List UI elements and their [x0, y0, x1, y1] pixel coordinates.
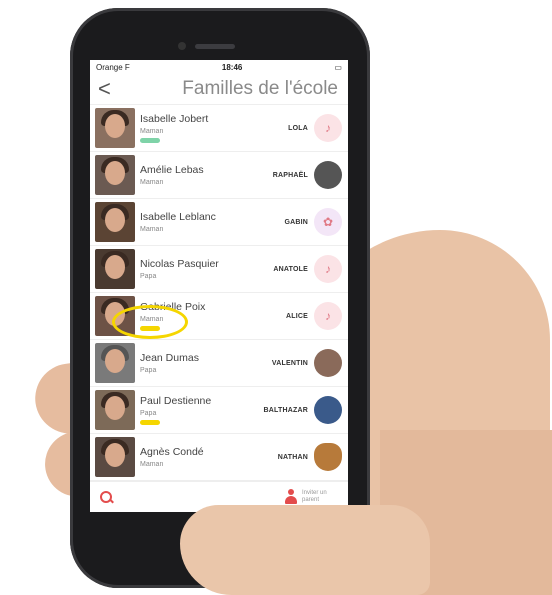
- parent-role: Papa: [140, 410, 157, 417]
- thumb: [180, 505, 430, 595]
- pacifier-icon: ♪: [314, 114, 342, 142]
- pacifier-icon: ♪: [314, 255, 342, 283]
- phone-speaker: [195, 44, 235, 49]
- parent-role: Maman: [140, 461, 164, 468]
- child-name: LOLA: [288, 124, 308, 132]
- status-badge: [140, 420, 160, 425]
- invite-parent-button[interactable]: Inviter un parent: [284, 489, 332, 505]
- child-name: BALTHAZAR: [263, 406, 308, 414]
- parent-name: Agnès Condé: [140, 446, 204, 458]
- parent-name: Nicolas Pasquier: [140, 258, 219, 270]
- parent-name: Isabelle Leblanc: [140, 211, 216, 223]
- back-button[interactable]: <: [98, 78, 118, 100]
- avatar: [95, 155, 135, 195]
- child-name: ALICE: [286, 312, 308, 320]
- search-icon[interactable]: [100, 491, 114, 504]
- child-name: GABIN: [284, 218, 308, 226]
- list-item[interactable]: Isabelle Leblanc Maman GABIN ✿: [90, 199, 348, 246]
- avatar: [95, 390, 135, 430]
- phone-screen: Orange F 18:46 ▭ < Familles de l'école I…: [90, 60, 348, 512]
- family-list: Isabelle Jobert Maman LOLA ♪ Amélie Leba…: [90, 105, 348, 481]
- highlight-circle: [112, 305, 188, 339]
- person-icon: [284, 489, 298, 505]
- child-photo: [314, 349, 342, 377]
- child-photo: [314, 396, 342, 424]
- parent-role: Maman: [140, 128, 164, 135]
- carrier-label: Orange F: [96, 62, 130, 72]
- bear-toy-icon: ✿: [314, 208, 342, 236]
- front-camera: [178, 42, 186, 50]
- list-item[interactable]: Nicolas Pasquier Papa ANATOLE ♪: [90, 246, 348, 293]
- invite-label: Inviter un parent: [302, 490, 327, 503]
- avatar: [95, 437, 135, 477]
- status-badge: [140, 138, 160, 143]
- page-title: Familles de l'école: [182, 78, 338, 99]
- avatar: [95, 108, 135, 148]
- avatar: [95, 249, 135, 289]
- list-item[interactable]: Paul Destienne Papa BALTHAZAR: [90, 387, 348, 434]
- nav-bar: < Familles de l'école: [90, 74, 348, 105]
- parent-name: Amélie Lebas: [140, 164, 204, 176]
- child-name: ANATOLE: [273, 265, 308, 273]
- avatar: [95, 202, 135, 242]
- parent-name: Paul Destienne: [140, 395, 212, 407]
- parent-role: Papa: [140, 367, 157, 374]
- parent-role: Maman: [140, 226, 164, 233]
- avatar: [95, 343, 135, 383]
- parent-name: Isabelle Jobert: [140, 113, 209, 125]
- list-item[interactable]: Agnès Condé Maman NATHAN: [90, 434, 348, 481]
- list-item[interactable]: Amélie Lebas Maman RAPHAËL: [90, 152, 348, 199]
- status-time: 18:46: [221, 62, 243, 72]
- child-name: NATHAN: [277, 453, 308, 461]
- child-name: RAPHAËL: [272, 171, 308, 179]
- pacifier-icon: ♪: [314, 302, 342, 330]
- battery-icon: ▭: [334, 62, 342, 72]
- child-photo: [314, 161, 342, 189]
- list-item[interactable]: Isabelle Jobert Maman LOLA ♪: [90, 105, 348, 152]
- teddy-bear-icon: [314, 443, 342, 471]
- parent-name: Jean Dumas: [140, 352, 199, 364]
- parent-role: Papa: [140, 273, 157, 280]
- status-bar: Orange F 18:46 ▭: [90, 60, 348, 74]
- child-name: VALENTIN: [271, 359, 308, 367]
- parent-role: Maman: [140, 179, 164, 186]
- list-item[interactable]: Jean Dumas Papa VALENTIN: [90, 340, 348, 387]
